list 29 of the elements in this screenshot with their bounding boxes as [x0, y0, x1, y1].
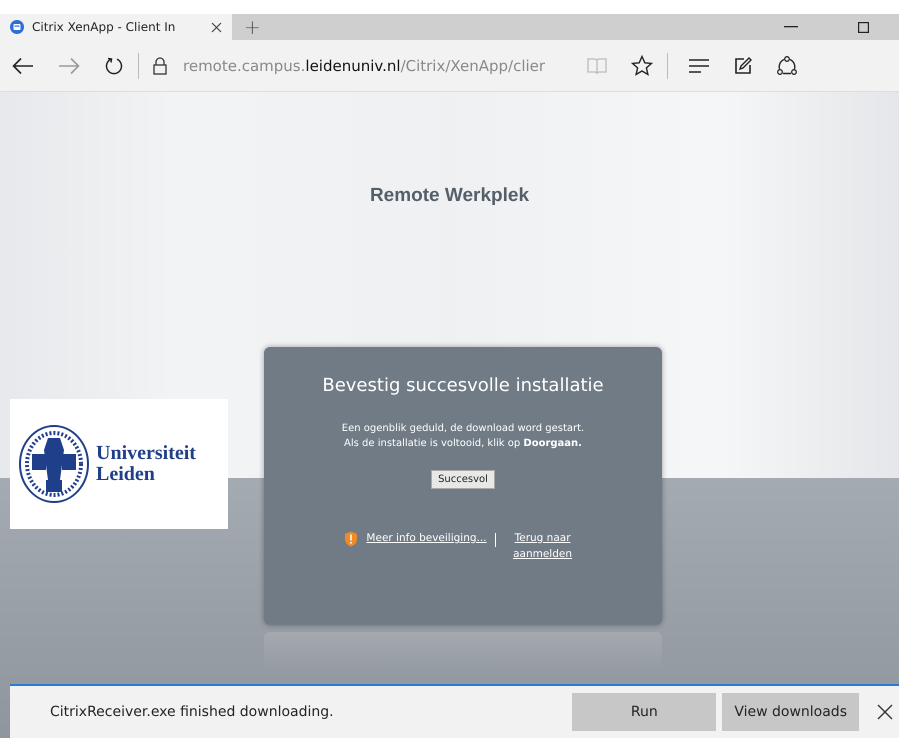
download-message: CitrixReceiver.exe finished downloading. — [50, 704, 335, 720]
run-button[interactable]: Run — [572, 693, 716, 731]
tab-title: Citrix XenApp - Client In — [32, 20, 176, 34]
back-icon[interactable] — [12, 56, 34, 74]
refresh-icon[interactable] — [104, 56, 124, 76]
new-tab-button[interactable]: + — [244, 15, 261, 39]
share-icon[interactable] — [776, 56, 798, 76]
dialog-message: Een ogenblik geduld, de download word gestart. Als de installatie is voltooid, klik op Doorgaan. — [342, 422, 584, 451]
note-icon[interactable] — [734, 56, 752, 74]
star-icon[interactable] — [631, 55, 653, 76]
browser-tab[interactable]: Citrix XenApp - Client In — [0, 14, 232, 40]
address-field[interactable]: remote.campus.leidenuniv.nl/Citrix/XenApp/clier — [183, 56, 563, 74]
security-info-link[interactable]: Meer info beveiliging... — [366, 531, 487, 547]
app-icon — [10, 20, 24, 34]
shield-warning-icon — [344, 531, 358, 547]
close-icon[interactable] — [211, 22, 222, 32]
success-button[interactable]: Succesvol — [431, 470, 495, 489]
logo-text: Leiden — [96, 464, 156, 485]
back-to-login-link[interactable]: Terug naar aanmelden — [504, 531, 582, 562]
menu-icon[interactable] — [688, 58, 710, 72]
dialog-title: Bevestig succesvolle installatie — [322, 375, 604, 396]
page-heading: Remote Werkplek — [370, 185, 530, 207]
minimize-icon[interactable] — [784, 26, 798, 28]
maximize-icon[interactable] — [858, 22, 869, 32]
logo-text: Universiteit — [96, 443, 196, 464]
lock-icon — [153, 56, 167, 74]
forward-icon[interactable] — [58, 56, 80, 74]
close-icon[interactable] — [877, 704, 893, 720]
view-downloads-button[interactable]: View downloads — [722, 693, 859, 731]
